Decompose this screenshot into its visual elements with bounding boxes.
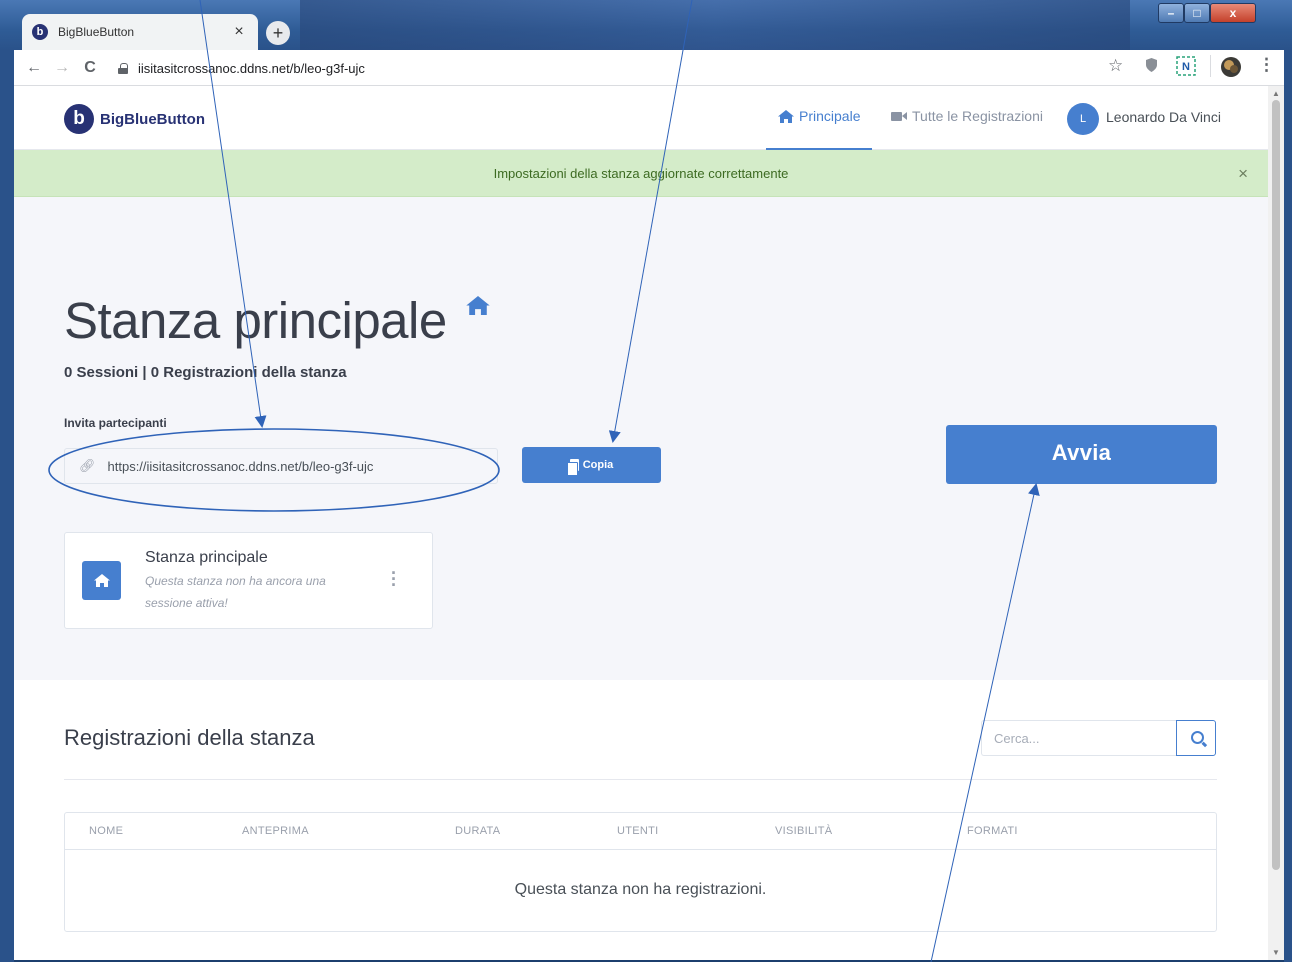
alert-close-icon[interactable]: × <box>1238 164 1248 184</box>
url-text: iisitasitcrossanoc.ddns.net/b/leo-g3f-uj… <box>138 60 365 76</box>
room-title: Stanza principale <box>64 292 447 349</box>
kebab-menu-icon[interactable]: · · · <box>391 564 397 594</box>
alert-message: Impostazioni della stanza aggiornate cor… <box>493 165 789 181</box>
bbb-logo[interactable]: b BigBlueButton <box>64 104 205 134</box>
clipboard-icon <box>566 459 579 476</box>
recordings-title: Registrazioni della stanza <box>64 725 315 750</box>
recordings-section: Registrazioni della stanza Cerca... NOME… <box>14 680 1268 960</box>
toolbar-divider <box>1210 55 1211 77</box>
invite-url-field[interactable]: 🔗︎ https://iisitasitcrossanoc.ddns.net/b… <box>64 448 498 484</box>
room-card[interactable]: Stanza principale Questa stanza non ha a… <box>64 532 433 629</box>
tab-close-icon[interactable]: × <box>230 23 248 41</box>
svg-text:N: N <box>1182 61 1190 73</box>
column-header-users[interactable]: UTENTI <box>617 825 659 837</box>
room-card-title: Stanza principale <box>145 549 268 566</box>
recordings-table: NOME ANTEPRIMA DURATA UTENTI VISIBILITÀ … <box>64 812 1217 932</box>
search-icon <box>1190 730 1204 744</box>
new-tab-button[interactable]: + <box>266 21 290 45</box>
column-header-visibility[interactable]: VISIBILITÀ <box>775 825 832 837</box>
column-header-preview: ANTEPRIMA <box>242 825 309 837</box>
n-extension-icon[interactable]: N <box>1176 56 1196 80</box>
home-icon <box>778 109 794 123</box>
bbb-logo-icon: b <box>64 104 94 134</box>
reload-button[interactable]: C <box>76 59 104 77</box>
copy-button[interactable]: Copia <box>522 447 661 483</box>
room-card-home-icon <box>82 561 121 600</box>
nav-recordings-label: Tutte le Registrazioni <box>912 108 1043 124</box>
user-avatar[interactable]: L <box>1067 103 1099 135</box>
link-icon: 🔗︎ <box>79 458 96 473</box>
room-card-subtitle: Questa stanza non ha ancora una sessione… <box>145 574 326 610</box>
bbb-favicon-icon: b <box>32 24 48 40</box>
column-header-name[interactable]: NOME <box>89 825 123 837</box>
back-button[interactable]: ← <box>20 59 48 77</box>
copy-button-label: Copia <box>582 459 614 471</box>
bbb-logo-text: BigBlueButton <box>100 110 205 128</box>
table-header-row: NOME ANTEPRIMA DURATA UTENTI VISIBILITÀ … <box>65 813 1216 850</box>
tab-title: BigBlueButton <box>58 25 135 39</box>
room-stats: 0 Sessioni | 0 Registrazioni della stanz… <box>64 364 347 381</box>
bookmark-star-icon[interactable]: ☆ <box>1108 56 1123 76</box>
column-header-duration[interactable]: DURATA <box>455 825 500 837</box>
browser-tab[interactable]: b BigBlueButton × <box>22 14 258 50</box>
column-header-formats: FORMATI <box>967 825 1018 837</box>
empty-recordings-message: Questa stanza non ha registrazioni. <box>514 881 767 898</box>
window-frame-right <box>1284 50 1292 962</box>
invite-url-value: https://iisitasitcrossanoc.ddns.net/b/le… <box>107 458 374 474</box>
search-placeholder: Cerca... <box>994 730 1040 746</box>
recordings-search-input[interactable]: Cerca... <box>981 720 1177 756</box>
page-scrollbar[interactable]: ▲ ▼ <box>1268 86 1284 960</box>
scroll-up-arrow-icon[interactable]: ▲ <box>1272 89 1280 98</box>
window-frame-left <box>0 50 14 962</box>
window-close-button[interactable]: x <box>1210 3 1256 23</box>
page-content: b BigBlueButton Principale Tutte le Regi… <box>14 86 1268 960</box>
nav-home-label: Principale <box>799 108 861 124</box>
window-minimize-button[interactable]: – <box>1158 3 1184 23</box>
search-button[interactable] <box>1176 720 1216 756</box>
scrollbar-thumb[interactable] <box>1272 100 1280 870</box>
home-icon <box>466 296 490 315</box>
profile-avatar-icon[interactable] <box>1220 56 1242 82</box>
recordings-divider <box>64 779 1217 780</box>
scroll-down-arrow-icon[interactable]: ▼ <box>1272 948 1280 957</box>
app-header: b BigBlueButton Principale Tutte le Regi… <box>14 86 1268 150</box>
success-alert: Impostazioni della stanza aggiornate cor… <box>14 150 1268 197</box>
invite-label: Invita partecipanti <box>64 416 167 430</box>
nav-home[interactable]: Principale <box>778 108 860 124</box>
lock-icon <box>118 62 128 74</box>
window-maximize-button[interactable]: □ <box>1184 3 1210 23</box>
background-window-strip <box>300 0 1130 50</box>
nav-recordings[interactable]: Tutte le Registrazioni <box>891 108 1043 124</box>
forward-button[interactable]: → <box>48 59 76 77</box>
video-icon <box>891 111 907 121</box>
start-button[interactable]: Avvia <box>946 425 1217 484</box>
user-name[interactable]: Leonardo Da Vinci <box>1106 109 1221 125</box>
browser-menu-icon[interactable]: ⋮ <box>1258 55 1275 75</box>
browser-toolbar: ← → C iisitasitcrossanoc.ddns.net/b/leo-… <box>14 50 1284 86</box>
address-bar[interactable]: iisitasitcrossanoc.ddns.net/b/leo-g3f-uj… <box>118 57 1118 79</box>
shield-extension-icon[interactable] <box>1146 58 1157 76</box>
